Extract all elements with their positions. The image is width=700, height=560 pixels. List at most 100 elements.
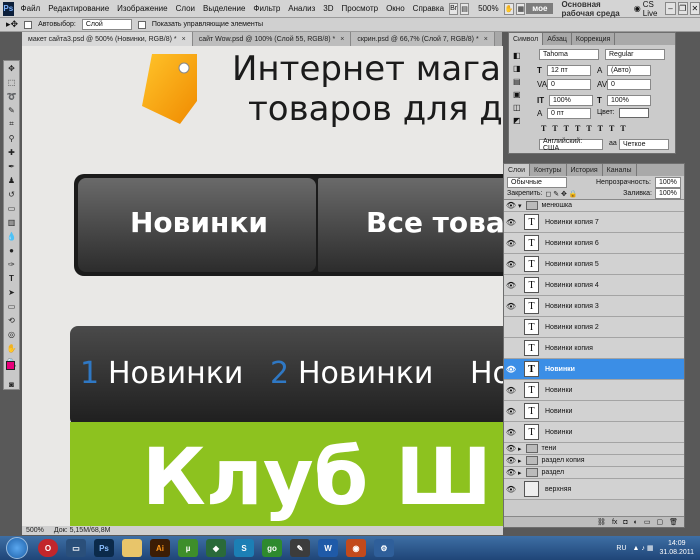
status-zoom[interactable]: 500% — [26, 527, 44, 534]
marquee-tool-icon[interactable]: ⬚ — [4, 75, 19, 89]
utorrent-icon[interactable]: µ — [178, 539, 198, 557]
autoselect-checkbox[interactable] — [24, 20, 33, 29]
menu-edit[interactable]: Редактирование — [44, 4, 113, 13]
text-layer-row[interactable]: 👁 T Новинки — [504, 380, 684, 401]
go-icon[interactable]: go — [262, 539, 282, 557]
close-tab-icon[interactable]: × — [484, 36, 488, 43]
type-tool-icon[interactable]: T — [4, 271, 19, 285]
font-family-select[interactable]: Tahoma — [539, 49, 599, 60]
cs-live-button[interactable]: ◉ CS Live — [628, 0, 664, 18]
start-button[interactable] — [6, 537, 28, 559]
minimize-button[interactable]: – — [665, 2, 676, 15]
quick-select-icon[interactable]: ✎ — [4, 103, 19, 117]
visibility-eye-icon[interactable]: 👁 — [504, 386, 518, 395]
visibility-eye-icon[interactable]: 👁 — [504, 365, 518, 374]
pen-tool-icon[interactable]: ✑ — [4, 257, 19, 271]
dodge-tool-icon[interactable]: ● — [4, 243, 19, 257]
3d-orbit-icon[interactable]: ◎ — [4, 327, 19, 341]
document-canvas[interactable]: Интернет магазин товаров для дом Новинки… — [22, 46, 503, 526]
adjustment-icon[interactable]: ◐ — [634, 519, 638, 526]
visibility-eye-icon[interactable]: 👁 — [504, 407, 518, 416]
expand-arrow-icon[interactable]: ▸ — [518, 445, 522, 453]
fill-field[interactable]: 100% — [655, 188, 681, 199]
tool-icon[interactable]: ⚙ — [374, 539, 394, 557]
workspace-mine-button[interactable]: мое — [526, 3, 554, 14]
link-layers-icon[interactable]: ⛓ — [597, 518, 606, 526]
photoshop-task[interactable]: Ps — [94, 539, 114, 557]
media-icon[interactable]: ◉ — [346, 539, 366, 557]
language-indicator[interactable]: RU — [616, 545, 626, 552]
clock[interactable]: 14:09 31.08.2011 — [659, 539, 694, 557]
visibility-eye-icon[interactable]: 👁 — [504, 485, 518, 494]
baseline-field[interactable]: 0 пт — [547, 108, 591, 119]
fx-icon[interactable]: fx — [612, 519, 617, 526]
text-layer-row[interactable]: 👁 T Новинки копия 4 — [504, 275, 684, 296]
text-layer-row[interactable]: 👁 T Новинки копия 5 — [504, 254, 684, 275]
text-layer-row[interactable]: 👁 T Новинки — [504, 422, 684, 443]
quick-mask-icon[interactable]: ◙ — [4, 377, 19, 391]
doc-tab-2[interactable]: сайт Wow.psd @ 100% (Слой 55, RGB/8) * × — [192, 32, 352, 46]
visibility-eye-icon[interactable]: 👁 — [504, 218, 518, 227]
history-brush-icon[interactable]: ↺ — [4, 187, 19, 201]
menu-select[interactable]: Выделение — [199, 4, 249, 13]
tray-icons[interactable]: ▲ ♪ ▦ — [633, 544, 654, 552]
paint-icon[interactable]: ✎ — [290, 539, 310, 557]
hand-view-icon[interactable]: ✋ — [503, 2, 515, 15]
menu-layers[interactable]: Слои — [172, 4, 199, 13]
healing-brush-icon[interactable]: ✚ — [4, 145, 19, 159]
layer-group[interactable]: 👁 ▸ раздел — [504, 467, 684, 479]
foreground-color-swatch[interactable] — [6, 361, 15, 370]
side-icon-f[interactable]: ◩ — [513, 116, 525, 125]
close-tab-icon[interactable]: × — [182, 36, 186, 43]
menu-image[interactable]: Изображение — [113, 4, 171, 13]
visibility-eye-icon[interactable]: 👁 — [504, 260, 518, 269]
skype-icon[interactable]: S — [234, 539, 254, 557]
leading-field[interactable]: (Авто) — [607, 65, 651, 76]
text-layer-row[interactable]: 👁 T Новинки копия 6 — [504, 233, 684, 254]
folder-task-icon[interactable] — [122, 539, 142, 557]
visibility-eye-icon[interactable]: 👁 — [504, 444, 518, 453]
text-color-swatch[interactable] — [619, 108, 649, 118]
blend-mode-select[interactable]: Обычные — [507, 176, 567, 188]
layer-group-open[interactable]: 👁 ▾ менюшка — [504, 200, 684, 212]
arrange-docs-icon[interactable]: ▦ — [516, 2, 526, 15]
tab-paragraph[interactable]: Абзац — [543, 33, 572, 45]
transform-checkbox[interactable] — [137, 20, 146, 29]
menu-file[interactable]: Файл — [17, 4, 45, 13]
menu-analysis[interactable]: Анализ — [284, 4, 319, 13]
side-icon-a[interactable]: ◧ — [513, 51, 525, 60]
gradient-tool-icon[interactable]: ▥ — [4, 215, 19, 229]
text-layer-row[interactable]: T Новинки копия 2 — [504, 317, 684, 338]
app-icon[interactable]: ◆ — [206, 539, 226, 557]
doc-tab-3[interactable]: скрин.psd @ 66,7% (Слой 7, RGB/8) * × — [351, 32, 495, 46]
visibility-eye-icon[interactable]: 👁 — [504, 281, 518, 290]
close-tab-icon[interactable]: × — [340, 36, 344, 43]
side-icon-e[interactable]: ◫ — [513, 103, 525, 112]
shape-tool-icon[interactable]: ▭ — [4, 299, 19, 313]
new-layer-icon[interactable]: ▢ — [656, 518, 663, 526]
side-icon-c[interactable]: ▤ — [513, 77, 525, 86]
autoselect-dropdown[interactable]: Слой — [81, 19, 132, 30]
eyedropper-tool-icon[interactable]: ⚲ — [4, 131, 19, 145]
antialias-select[interactable]: Четкое — [619, 139, 669, 150]
clone-stamp-icon[interactable]: ♟ — [4, 173, 19, 187]
side-icon-b[interactable]: ◨ — [513, 64, 525, 73]
text-layer-row[interactable]: T Новинки копия — [504, 338, 684, 359]
word-task[interactable]: W — [318, 539, 338, 557]
text-style-buttons[interactable]: TTTTTTTT — [541, 124, 632, 133]
menu-help[interactable]: Справка — [409, 4, 448, 13]
bridge-icon[interactable]: Br — [449, 2, 459, 15]
expand-arrow-icon[interactable]: ▸ — [518, 457, 522, 465]
vertical-scale-field[interactable]: 100% — [549, 95, 593, 106]
text-layer-row[interactable]: 👁 T Новинки копия 3 — [504, 296, 684, 317]
zoom-level[interactable]: 500% — [474, 4, 502, 13]
opacity-field[interactable]: 100% — [655, 176, 681, 188]
move-tool-icon[interactable]: ✥ — [4, 61, 19, 75]
menu-window[interactable]: Окно — [382, 4, 409, 13]
tab-channels[interactable]: Каналы — [603, 164, 637, 176]
side-icon-d[interactable]: ▣ — [513, 90, 525, 99]
menu-view[interactable]: Просмотр — [338, 4, 383, 13]
visibility-eye-icon[interactable]: 👁 — [504, 201, 518, 210]
expand-arrow-icon[interactable]: ▾ — [518, 202, 522, 210]
workspace-switcher[interactable]: Основная рабочая среда — [553, 0, 627, 18]
